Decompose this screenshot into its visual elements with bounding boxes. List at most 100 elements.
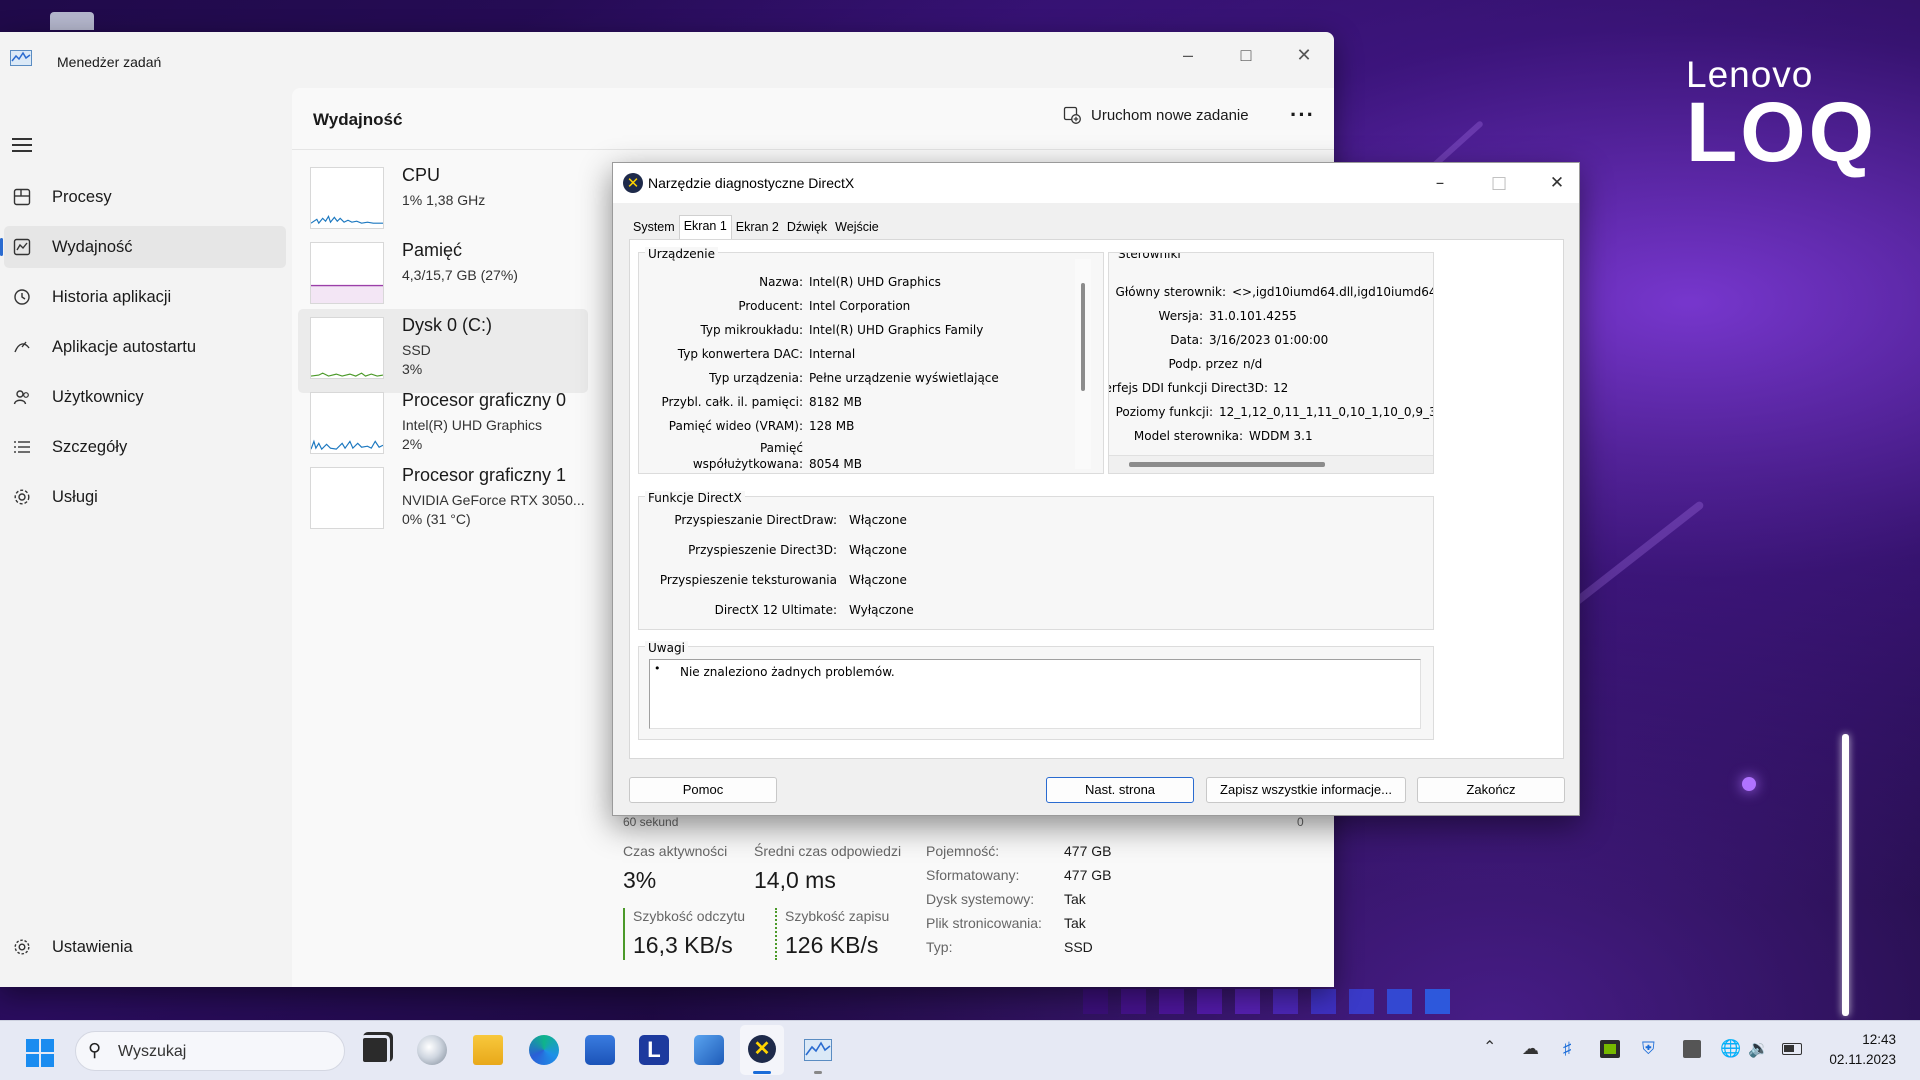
- edge-browser-icon[interactable]: [529, 1035, 559, 1065]
- microsoft-store-icon[interactable]: [585, 1035, 615, 1065]
- perf-item-usage: 3%: [402, 361, 423, 377]
- exit-button[interactable]: Zakończ: [1417, 777, 1565, 803]
- bluetooth-icon[interactable]: ♯: [1563, 1039, 1572, 1059]
- cpu-mini-graph: [310, 167, 384, 229]
- perf-item-cpu[interactable]: CPU 1% 1,38 GHz: [298, 159, 588, 243]
- read-speed-value: 16,3 KB/s: [633, 932, 733, 958]
- network-globe-icon[interactable]: 🌐: [1720, 1039, 1741, 1059]
- device-key: współużytkowana:: [692, 457, 803, 471]
- run-new-task-label: Uruchom nowe zadanie: [1091, 106, 1249, 124]
- nvidia-logo-mark: [1604, 1044, 1616, 1054]
- device-scrollbar[interactable]: [1075, 259, 1091, 469]
- nvidia-icon[interactable]: [1600, 1040, 1620, 1058]
- chevron-up-icon[interactable]: ⌃: [1483, 1037, 1496, 1057]
- search-box[interactable]: ⚲ Wyszukaj: [75, 1031, 345, 1071]
- tab-sound[interactable]: Dźwięk: [783, 217, 831, 239]
- nav-item-settings[interactable]: Ustawienia: [4, 926, 286, 968]
- prop-key: Pojemność:: [926, 843, 1000, 859]
- perf-item-name: Procesor graficzny 1: [402, 465, 567, 485]
- decor-squares: [1083, 989, 1450, 1014]
- perf-item-memory[interactable]: Pamięć 4,3/15,7 GB (27%): [298, 234, 588, 318]
- directx-icon: ✕: [748, 1035, 776, 1063]
- nav-item-startup-apps[interactable]: Aplikacje autostartu: [4, 326, 286, 368]
- lenovo-vantage-icon[interactable]: L: [639, 1035, 669, 1065]
- brand-line2: LOQ: [1686, 85, 1877, 179]
- clock[interactable]: 12:43 02.11.2023: [1820, 1030, 1896, 1070]
- perf-item-gpu1[interactable]: Procesor graficzny 1 NVIDIA GeForce RTX …: [298, 459, 588, 543]
- nav-item-details[interactable]: Szczegóły: [4, 426, 286, 468]
- chrome-like-browser-icon[interactable]: [417, 1035, 447, 1065]
- feature-key: Przyspieszanie DirectDraw:: [674, 513, 837, 527]
- battery-icon[interactable]: [1782, 1043, 1802, 1055]
- device-value: Pełne urządzenie wyświetlające: [809, 371, 999, 385]
- device-key: Przybl. całk. il. pamięci:: [661, 395, 803, 409]
- battery-level: [1784, 1045, 1794, 1052]
- navigation-sidebar: Procesy Wydajność Historia aplikacji Apl…: [0, 88, 292, 987]
- perf-item-detail: Intel(R) UHD Graphics: [402, 417, 543, 433]
- device-value: Internal: [809, 347, 856, 361]
- volume-icon[interactable]: 🔉: [1748, 1039, 1769, 1059]
- device-key: Typ konwertera DAC:: [677, 347, 803, 361]
- scrollbar-thumb[interactable]: [1081, 283, 1085, 391]
- security-shield-icon[interactable]: ⛨: [1642, 1039, 1655, 1059]
- maximize-button[interactable]: □: [1226, 40, 1266, 70]
- device-value: 128 MB: [809, 419, 855, 433]
- cloud-offline-icon[interactable]: ☁: [1522, 1039, 1539, 1059]
- driver-key: Data:: [1170, 333, 1203, 347]
- nav-label: Wydajność: [52, 237, 133, 256]
- run-new-task-button[interactable]: Uruchom nowe zadanie: [1063, 106, 1249, 124]
- task-manager-taskbar-button[interactable]: [796, 1025, 840, 1075]
- active-indicator: [753, 1071, 771, 1074]
- tab-input[interactable]: Wejście: [831, 217, 883, 239]
- notes-textbox[interactable]: • Nie znaleziono żadnych problemów.: [649, 659, 1421, 729]
- nav-item-services[interactable]: Usługi: [4, 476, 286, 518]
- device-key: Typ urządzenia:: [709, 371, 803, 385]
- nav-item-app-history[interactable]: Historia aplikacji: [4, 276, 286, 318]
- nav-item-processes[interactable]: Procesy: [4, 176, 286, 218]
- dialog-titlebar[interactable]: ✕ Narzędzie diagnostyczne DirectX – □ ✕: [613, 163, 1579, 203]
- perf-item-name: CPU: [402, 165, 441, 185]
- nav-item-performance[interactable]: Wydajność: [0, 226, 286, 268]
- directx-diagnostic-dialog: ✕ Narzędzie diagnostyczne DirectX – □ ✕ …: [612, 162, 1580, 816]
- hamburger-menu-icon[interactable]: [12, 138, 32, 152]
- app-tray-icon[interactable]: [1683, 1040, 1701, 1058]
- file-explorer-icon[interactable]: [473, 1035, 503, 1065]
- prop-key: Sformatowany:: [926, 867, 1020, 883]
- drivers-h-scrollbar[interactable]: [1109, 455, 1433, 473]
- dialog-close-button[interactable]: ✕: [1537, 170, 1577, 196]
- device-key: Producent:: [738, 299, 803, 313]
- decor-line: [1842, 734, 1849, 1016]
- start-button[interactable]: [26, 1039, 54, 1067]
- driver-value: <>,igd10iumd64.dll,igd10iumd64.: [1232, 285, 1434, 299]
- nav-label: Ustawienia: [52, 937, 133, 956]
- driver-value: 31.0.101.4255: [1209, 309, 1297, 323]
- close-button[interactable]: ✕: [1284, 40, 1324, 70]
- perf-item-name: Procesor graficzny 0: [402, 390, 567, 410]
- tab-system[interactable]: System: [629, 217, 679, 239]
- recycle-bin-icon[interactable]: [50, 12, 94, 30]
- perf-item-gpu0[interactable]: Procesor graficzny 0 Intel(R) UHD Graphi…: [298, 384, 588, 468]
- bullet-icon: •: [654, 662, 661, 675]
- device-value: Intel(R) UHD Graphics Family: [809, 323, 984, 337]
- directx-taskbar-button[interactable]: ✕: [740, 1025, 784, 1075]
- save-all-info-button[interactable]: Zapisz wszystkie informacje...: [1206, 777, 1406, 803]
- pen-app-icon[interactable]: [694, 1035, 724, 1065]
- tab-display-1[interactable]: Ekran 1: [678, 215, 732, 239]
- driver-key: Wersja:: [1158, 309, 1203, 323]
- nav-item-users[interactable]: Użytkownicy: [4, 376, 286, 418]
- feature-value: Włączone: [849, 543, 907, 557]
- dialog-minimize-button[interactable]: –: [1420, 170, 1460, 196]
- task-view-icon[interactable]: [360, 1035, 390, 1065]
- task-manager-icon: [804, 1039, 832, 1061]
- perf-item-disk[interactable]: Dysk 0 (C:) SSD 3%: [298, 309, 588, 393]
- more-options-button[interactable]: ···: [1290, 102, 1315, 128]
- perf-item-detail: NVIDIA GeForce RTX 3050...: [402, 492, 585, 508]
- minimize-button[interactable]: –: [1168, 40, 1208, 70]
- feature-value: Włączone: [849, 513, 907, 527]
- drivers-group: Sterowniki Główny sterownik: <>,igd10ium…: [1108, 252, 1434, 474]
- task-manager-titlebar[interactable]: Menedżer zadań – □ ✕: [0, 32, 1334, 88]
- help-button[interactable]: Pomoc: [629, 777, 777, 803]
- scrollbar-thumb[interactable]: [1129, 462, 1325, 467]
- tab-display-2[interactable]: Ekran 2: [732, 217, 783, 239]
- next-page-button[interactable]: Nast. strona: [1046, 777, 1194, 803]
